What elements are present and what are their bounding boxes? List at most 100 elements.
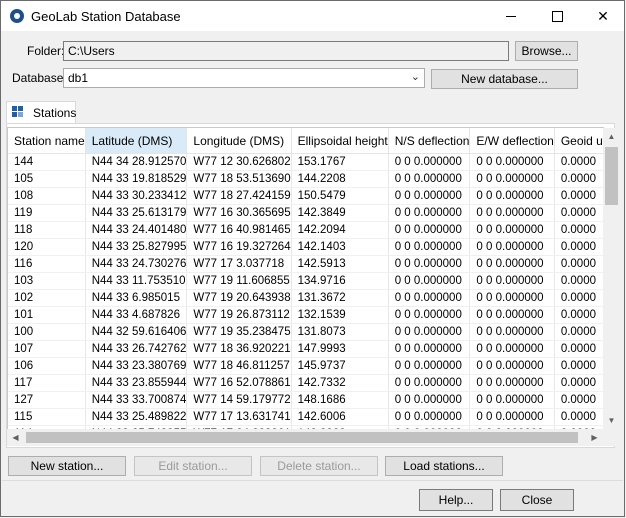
- table-cell[interactable]: 120: [8, 238, 86, 256]
- table-cell[interactable]: 105: [8, 170, 86, 188]
- table-cell[interactable]: 0 0 0.000000: [388, 340, 471, 358]
- table-cell[interactable]: 145.9737: [291, 357, 389, 375]
- table-cell[interactable]: 0.0000: [554, 221, 604, 239]
- table-cell[interactable]: 0 0 0.000000: [388, 221, 471, 239]
- scroll-right-icon[interactable]: ▶: [586, 429, 603, 446]
- horizontal-scroll-thumb[interactable]: [26, 432, 578, 443]
- table-cell[interactable]: 142.3849: [291, 204, 389, 222]
- new-station-button[interactable]: New station...: [8, 456, 126, 476]
- table-cell[interactable]: 0 0 0.000000: [388, 153, 471, 171]
- table-cell[interactable]: 142.5913: [291, 255, 389, 273]
- table-cell[interactable]: 127: [8, 391, 86, 409]
- table-row[interactable]: 101 N44 33 4.687826 W77 19 26.873112 132.15…: [8, 306, 604, 324]
- table-cell[interactable]: 0.0000: [554, 323, 604, 341]
- table-cell[interactable]: 101: [8, 306, 86, 324]
- table-cell[interactable]: N44 33 24.730276: [85, 255, 188, 273]
- tab-stations[interactable]: Stations: [6, 101, 76, 123]
- table-cell[interactable]: N44 33 25.613179: [85, 204, 188, 222]
- table-cell[interactable]: 147.9993: [291, 340, 389, 358]
- table-row[interactable]: 118 N44 33 24.401480 W77 16 40.981465 142.2…: [8, 221, 604, 239]
- table-cell[interactable]: 0 0 0.000000: [388, 289, 471, 307]
- table-cell[interactable]: 0 0 0.000000: [469, 323, 555, 341]
- vertical-scroll-thumb[interactable]: [605, 147, 618, 205]
- table-cell[interactable]: 0 0 0.000000: [469, 391, 555, 409]
- table-cell[interactable]: 0 0 0.000000: [469, 187, 555, 205]
- table-cell[interactable]: N44 33 4.687826: [85, 306, 188, 324]
- column-header[interactable]: E/W deflection: [469, 128, 555, 154]
- minimize-icon[interactable]: [488, 1, 534, 31]
- table-cell[interactable]: 0 0 0.000000: [388, 323, 471, 341]
- column-header[interactable]: N/S deflection: [388, 128, 471, 154]
- table-cell[interactable]: 118: [8, 221, 86, 239]
- help-button[interactable]: Help...: [419, 489, 493, 511]
- table-cell[interactable]: 0 0 0.000000: [469, 238, 555, 256]
- table-cell[interactable]: 0 0 0.000000: [469, 374, 555, 392]
- table-cell[interactable]: 116: [8, 255, 86, 273]
- table-cell[interactable]: 108: [8, 187, 86, 205]
- table-cell[interactable]: N44 33 23.855944: [85, 374, 188, 392]
- close-window-icon[interactable]: ✕: [580, 1, 624, 31]
- table-cell[interactable]: 142.2094: [291, 221, 389, 239]
- horizontal-scrollbar[interactable]: ◀ ▶: [7, 429, 603, 446]
- table-cell[interactable]: W77 16 19.327264: [186, 238, 292, 256]
- table-cell[interactable]: 0 0 0.000000: [469, 204, 555, 222]
- table-cell[interactable]: 0.0000: [554, 255, 604, 273]
- table-cell[interactable]: 0 0 0.000000: [388, 204, 471, 222]
- database-select[interactable]: db1 ⌄: [63, 68, 425, 88]
- table-cell[interactable]: 0.0000: [554, 153, 604, 171]
- table-cell[interactable]: N44 34 28.912570: [85, 153, 188, 171]
- table-cell[interactable]: 0 0 0.000000: [469, 255, 555, 273]
- table-cell[interactable]: W77 19 35.238475: [186, 323, 292, 341]
- table-cell[interactable]: N44 33 6.985015: [85, 289, 188, 307]
- table-cell[interactable]: 0 0 0.000000: [469, 221, 555, 239]
- table-cell[interactable]: 153.1767: [291, 153, 389, 171]
- table-cell[interactable]: 0.0000: [554, 306, 604, 324]
- table-cell[interactable]: 131.8073: [291, 323, 389, 341]
- table-cell[interactable]: N44 33 25.827995: [85, 238, 188, 256]
- table-cell[interactable]: 117: [8, 374, 86, 392]
- table-cell[interactable]: W77 16 52.078861: [186, 374, 292, 392]
- table-cell[interactable]: 0.0000: [554, 272, 604, 290]
- table-cell[interactable]: 115: [8, 408, 86, 426]
- table-cell[interactable]: 0.0000: [554, 357, 604, 375]
- table-row[interactable]: 144 N44 34 28.912570 W77 12 30.626802 153.1…: [8, 153, 604, 171]
- column-header[interactable]: Longitude (DMS): [186, 128, 292, 154]
- table-cell[interactable]: W77 16 30.365695: [186, 204, 292, 222]
- table-cell[interactable]: W77 17 3.037718: [186, 255, 292, 273]
- maximize-icon[interactable]: [534, 1, 580, 31]
- table-row[interactable]: 120 N44 33 25.827995 W77 16 19.327264 142.1…: [8, 238, 604, 256]
- table-cell[interactable]: 134.9716: [291, 272, 389, 290]
- table-cell[interactable]: 0.0000: [554, 238, 604, 256]
- table-cell[interactable]: 0 0 0.000000: [388, 238, 471, 256]
- table-cell[interactable]: 132.1539: [291, 306, 389, 324]
- table-row[interactable]: 106 N44 33 23.380769 W77 18 46.811257 145.9…: [8, 357, 604, 375]
- table-cell[interactable]: 0 0 0.000000: [388, 272, 471, 290]
- table-cell[interactable]: 144.2208: [291, 170, 389, 188]
- table-cell[interactable]: W77 16 40.981465: [186, 221, 292, 239]
- table-cell[interactable]: 142.6006: [291, 408, 389, 426]
- table-cell[interactable]: 0 0 0.000000: [388, 357, 471, 375]
- scroll-left-icon[interactable]: ◀: [7, 429, 24, 446]
- scroll-up-icon[interactable]: ▲: [603, 128, 620, 145]
- table-cell[interactable]: 0 0 0.000000: [469, 408, 555, 426]
- table-cell[interactable]: N44 32 59.616406: [85, 323, 188, 341]
- table-cell[interactable]: N44 33 25.489822: [85, 408, 188, 426]
- table-cell[interactable]: N44 33 26.742762: [85, 340, 188, 358]
- table-cell[interactable]: N44 33 24.401480: [85, 221, 188, 239]
- column-header[interactable]: Geoid u: [554, 128, 604, 154]
- table-cell[interactable]: 0 0 0.000000: [388, 255, 471, 273]
- table-cell[interactable]: W77 18 46.811257: [186, 357, 292, 375]
- table-row[interactable]: 108 N44 33 30.233412 W77 18 27.424159 150.5…: [8, 187, 604, 205]
- table-cell[interactable]: 0 0 0.000000: [388, 306, 471, 324]
- table-cell[interactable]: 0 0 0.000000: [469, 289, 555, 307]
- table-cell[interactable]: 106: [8, 357, 86, 375]
- table-cell[interactable]: W77 19 11.606855: [186, 272, 292, 290]
- table-row[interactable]: 117 N44 33 23.855944 W77 16 52.078861 142.7…: [8, 374, 604, 392]
- table-cell[interactable]: 0.0000: [554, 170, 604, 188]
- table-cell[interactable]: 103: [8, 272, 86, 290]
- table-cell[interactable]: 107: [8, 340, 86, 358]
- close-button[interactable]: Close: [500, 489, 574, 511]
- new-database-button[interactable]: New database...: [431, 69, 578, 89]
- table-row[interactable]: 127 N44 33 33.700874 W77 14 59.179772 148.1…: [8, 391, 604, 409]
- table-cell[interactable]: W77 14 59.179772: [186, 391, 292, 409]
